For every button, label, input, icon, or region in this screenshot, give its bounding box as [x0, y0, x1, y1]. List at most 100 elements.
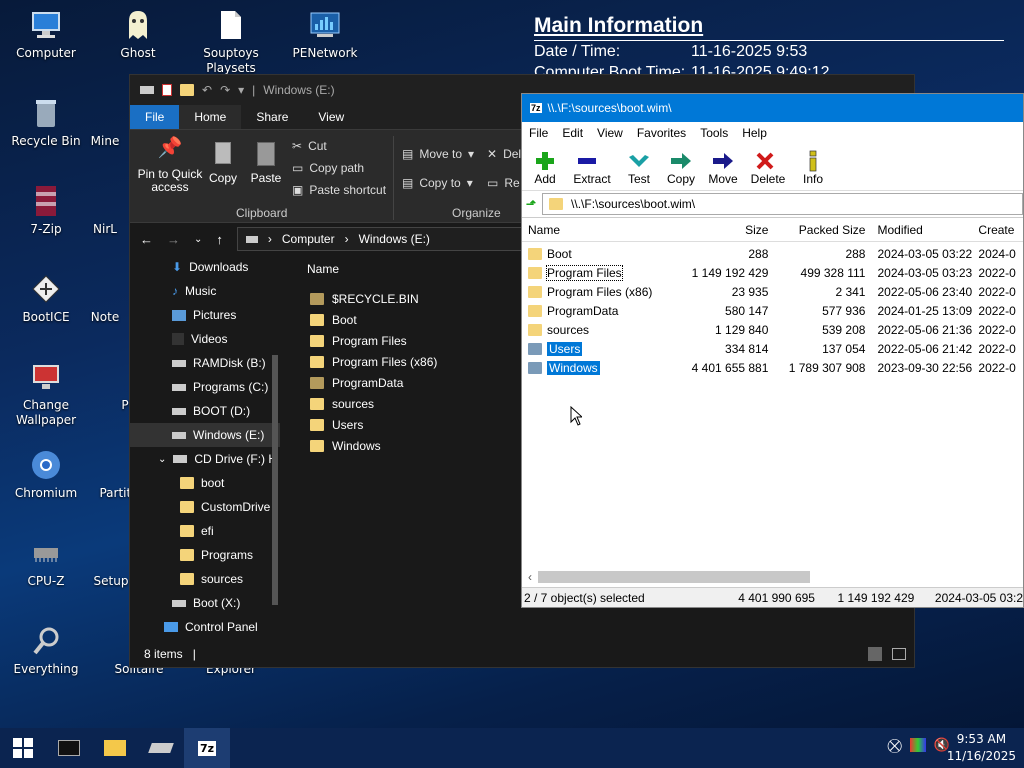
tab-share[interactable]: Share: [241, 105, 303, 129]
desktop-icon-recycle-bin[interactable]: Recycle Bin: [4, 96, 88, 149]
up-folder-icon[interactable]: ⬏: [526, 197, 536, 211]
table-row[interactable]: Program Files (x86) 23 935 2 341 2022-05-06…: [522, 282, 1023, 301]
taskbar-drive[interactable]: [138, 728, 184, 768]
display-icon[interactable]: [909, 738, 926, 752]
tab-view[interactable]: View: [303, 105, 359, 129]
taskbar-cmd[interactable]: [46, 728, 92, 768]
copy-path-button[interactable]: ▭ Copy path: [292, 161, 364, 175]
forward-arrow-icon[interactable]: →: [167, 232, 180, 247]
table-row[interactable]: ProgramData 580 147 577 936 2024-01-25 13:0…: [522, 301, 1023, 320]
list-item[interactable]: ProgramData: [290, 372, 520, 393]
menu-favorites[interactable]: Favorites: [637, 126, 686, 140]
desktop-icon-souptoys[interactable]: Souptoys Playsets: [189, 8, 273, 76]
desktop-icon-chromium[interactable]: Chromium: [4, 448, 88, 501]
up-arrow-icon[interactable]: ↑: [216, 232, 223, 247]
add-button[interactable]: Add: [528, 144, 562, 190]
table-row-selected[interactable]: Users 334 814 137 054 2022-05-06 21:42 2022-…: [522, 339, 1023, 358]
nav-item-downloads[interactable]: ⬇ Downloads: [130, 255, 280, 279]
file-column-header[interactable]: Name: [307, 262, 339, 276]
list-item[interactable]: Windows: [290, 435, 520, 456]
nav-item-programs-c[interactable]: Programs (C:): [130, 375, 280, 399]
nav-scrollbar[interactable]: [272, 355, 278, 605]
nav-item-customdrive[interactable]: CustomDrive: [130, 495, 280, 519]
column-name[interactable]: Name: [522, 223, 675, 237]
desktop-icon-7zip[interactable]: 7-Zip: [4, 184, 88, 237]
copy-button[interactable]: Copy: [664, 144, 698, 190]
desktop-icon-cpuz[interactable]: CPU-Z: [4, 536, 88, 589]
7zip-title-bar[interactable]: 7z \\.\F:\sources\boot.wim\: [522, 94, 1023, 122]
nav-item-control-panel[interactable]: Control Panel: [130, 615, 280, 639]
menu-file[interactable]: File: [529, 126, 548, 140]
details-view-icon[interactable]: [868, 647, 882, 661]
nav-item-music[interactable]: ♪ Music: [130, 279, 280, 303]
delete-button[interactable]: Delete: [748, 144, 788, 190]
nav-item-efi[interactable]: efi: [130, 519, 280, 543]
tab-file[interactable]: File: [130, 105, 180, 129]
copy-button[interactable]: Copy: [206, 142, 240, 185]
breadcrumb-item[interactable]: Windows (E:): [359, 232, 430, 246]
column-packed-size[interactable]: Packed Size: [772, 223, 869, 237]
desktop-icon-everything[interactable]: Everything: [4, 624, 88, 677]
info-button[interactable]: Info: [796, 144, 830, 190]
undo-icon[interactable]: ↶: [202, 83, 212, 97]
test-button[interactable]: Test: [622, 144, 656, 190]
desktop-icon-note[interactable]: Note: [80, 272, 130, 325]
desktop-icon-ghost[interactable]: Ghost: [96, 8, 180, 61]
desktop-icon-change-wallpaper[interactable]: Change Wallpaper: [4, 360, 88, 428]
desktop-icon-computer[interactable]: Computer: [4, 8, 88, 61]
list-item[interactable]: Boot: [290, 309, 520, 330]
move-button[interactable]: Move: [706, 144, 740, 190]
nav-item-boot[interactable]: boot: [130, 471, 280, 495]
cut-button[interactable]: ✂ Cut: [292, 139, 327, 153]
chevron-left-icon[interactable]: ‹: [522, 570, 538, 584]
table-row[interactable]: sources 1 129 840 539 208 2022-05-06 21:36 2…: [522, 320, 1023, 339]
nav-item-ramdisk[interactable]: RAMDisk (B:): [130, 351, 280, 375]
column-created[interactable]: Create: [974, 223, 1023, 237]
copy-to-button[interactable]: ▤ Copy to ▾: [402, 176, 473, 190]
pin-button[interactable]: 📌 Pin to Quick access: [136, 138, 204, 194]
chevron-down-icon[interactable]: ▾: [238, 83, 244, 97]
folder-icon[interactable]: [180, 84, 194, 96]
nav-item-videos[interactable]: Videos: [130, 327, 280, 351]
delete-button[interactable]: ✕ Del: [487, 147, 521, 161]
rename-button[interactable]: ▭ Re: [487, 176, 520, 190]
chevron-down-icon[interactable]: ⌄: [194, 234, 202, 245]
menu-view[interactable]: View: [597, 126, 623, 140]
taskbar-explorer[interactable]: [92, 728, 138, 768]
large-icons-view-icon[interactable]: [892, 648, 906, 660]
horizontal-scrollbar[interactable]: ‹: [522, 569, 1023, 585]
list-item[interactable]: Program Files: [290, 330, 520, 351]
paste-shortcut-button[interactable]: ▣ Paste shortcut: [292, 183, 386, 197]
scrollbar-thumb[interactable]: [538, 571, 810, 583]
back-arrow-icon[interactable]: ←: [140, 232, 153, 247]
nav-item-programs[interactable]: Programs: [130, 543, 280, 567]
move-to-button[interactable]: ▤ Move to ▾: [402, 147, 474, 161]
column-size[interactable]: Size: [675, 223, 772, 237]
redo-icon[interactable]: ↷: [220, 83, 230, 97]
menu-tools[interactable]: Tools: [700, 126, 728, 140]
nav-item-boot-d[interactable]: BOOT (D:): [130, 399, 280, 423]
menu-help[interactable]: Help: [742, 126, 767, 140]
start-button[interactable]: [0, 728, 46, 768]
desktop-icon-mine[interactable]: Mine: [80, 96, 130, 149]
properties-icon[interactable]: [162, 84, 172, 96]
path-input[interactable]: \\.\F:\sources\boot.wim\: [542, 193, 1023, 215]
paste-button[interactable]: Paste: [248, 142, 284, 185]
table-row-selected[interactable]: Windows 4 401 655 881 1 789 307 908 2023-09…: [522, 358, 1023, 377]
list-item[interactable]: Users: [290, 414, 520, 435]
nav-item-pictures[interactable]: Pictures: [130, 303, 280, 327]
tab-home[interactable]: Home: [179, 105, 242, 129]
network-icon[interactable]: ⛒: [888, 738, 902, 754]
list-item[interactable]: sources: [290, 393, 520, 414]
nav-item-cd-drive[interactable]: ⌄ CD Drive (F:) H: [130, 447, 280, 471]
taskbar-7zip[interactable]: 7z: [184, 728, 230, 768]
nav-item-sources[interactable]: sources: [130, 567, 280, 591]
desktop-icon-bootice[interactable]: BootICE: [4, 272, 88, 325]
nav-item-boot-x[interactable]: Boot (X:): [130, 591, 280, 615]
table-row[interactable]: Program Files 1 149 192 429 499 328 111 202…: [522, 263, 1023, 282]
desktop-icon-penetwork[interactable]: PENetwork: [283, 8, 367, 61]
clock[interactable]: 9:53 AM 11/16/2025: [947, 731, 1016, 765]
breadcrumb-item[interactable]: Computer: [282, 232, 335, 246]
desktop-icon-nirl[interactable]: NirL: [80, 184, 130, 237]
list-item[interactable]: $RECYCLE.BIN: [290, 288, 520, 309]
